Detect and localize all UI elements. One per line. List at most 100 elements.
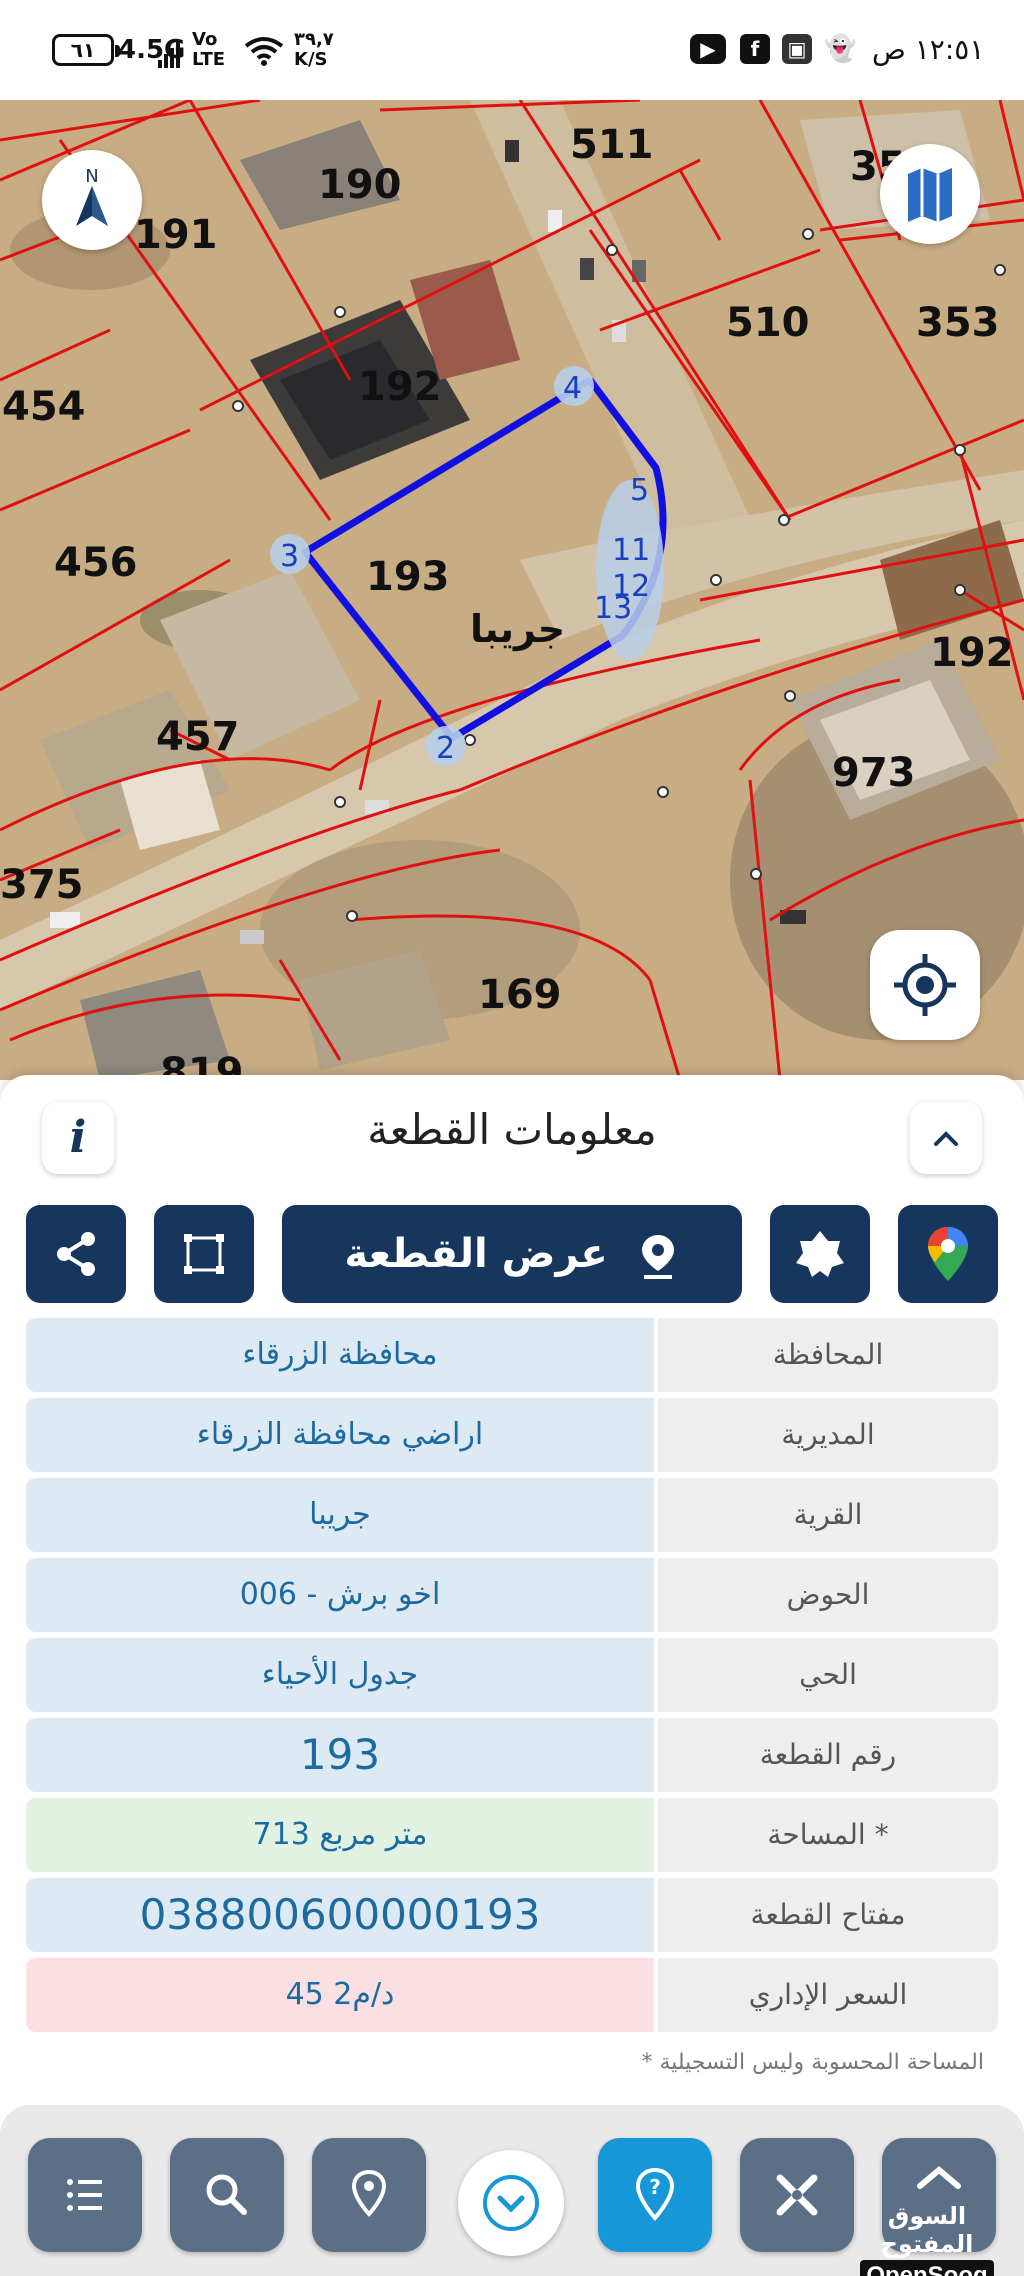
map-pin-icon <box>351 2169 387 2217</box>
polygon-select-icon <box>184 1234 224 1274</box>
snapchat-icon: 👻 <box>824 34 857 64</box>
signal-icon <box>158 42 182 68</box>
google-maps-button[interactable] <box>898 1205 998 1303</box>
plot-label: 454 <box>2 384 86 430</box>
compass-button[interactable]: N <box>42 150 142 250</box>
area-footnote: * المساحة المحسوبة وليس التسجيلية <box>641 2050 984 2075</box>
list-icon <box>67 2179 102 2211</box>
info-row-village: القرية جريبا <box>26 1478 998 1552</box>
row-value: اخو برش - 006 <box>26 1558 654 1632</box>
share-button[interactable] <box>26 1205 126 1303</box>
view-plot-button[interactable]: عرض القطعة <box>282 1205 742 1303</box>
info-row-basin: الحوض اخو برش - 006 <box>26 1558 998 1632</box>
locate-plot-button[interactable] <box>312 2138 426 2252</box>
share-icon <box>57 1232 95 1276</box>
volte-indicator: Vo LTE <box>192 30 225 70</box>
row-label: السعر الإداري <box>658 1958 998 2032</box>
map-view[interactable]: 4 3 2 5 11 12 13 511 190 191 35 510 353 … <box>0 100 1024 1080</box>
battery-icon: ٦١ <box>52 34 120 66</box>
plot-label: 193 <box>366 554 450 600</box>
row-label: المساحة * <box>658 1798 998 1872</box>
vertex-label: 3 <box>280 539 299 574</box>
row-label: الحي <box>658 1638 998 1712</box>
crosshair-icon <box>894 954 956 1016</box>
tools-button[interactable] <box>740 2138 854 2252</box>
plot-label: 973 <box>832 750 916 796</box>
village-label: جريبا <box>470 607 565 651</box>
collapse-sheet-button[interactable] <box>910 1102 982 1174</box>
view-plot-label: عرض القطعة <box>344 1231 608 1277</box>
vertex-label: 5 <box>630 473 649 508</box>
row-value: 45 د/م2 <box>26 1958 654 2032</box>
plot-label: 190 <box>318 162 402 208</box>
info-row-admin-price: السعر الإداري 45 د/م2 <box>26 1958 998 2032</box>
speed-unit: K/S <box>294 49 328 70</box>
status-bar: ٦١ 4.5G Vo LTE ٣٩,٧ K/S ▶ f ▣ 👻 ١٢:٥١ ص <box>0 0 1024 100</box>
plot-label: 457 <box>156 714 240 760</box>
plot-label: 192 <box>358 364 442 410</box>
watermark-arabic: السوق المفتوح <box>880 2202 974 2258</box>
row-label: مفتاح القطعة <box>658 1878 998 1952</box>
row-value: اراضي محافظة الزرقاء <box>26 1398 654 1472</box>
info-row-plot-key: مفتاح القطعة 038800600000193 <box>26 1878 998 1952</box>
tools-icon <box>776 2174 818 2216</box>
compass-icon: N <box>76 166 108 226</box>
location-pin-icon <box>641 1235 674 1279</box>
network-speed: ٣٩,٧ K/S <box>294 30 334 70</box>
info-row-directorate: المديرية اراضي محافظة الزرقاء <box>26 1398 998 1472</box>
plot-label: 169 <box>478 972 562 1018</box>
plot-label: 353 <box>916 300 1000 346</box>
facebook-icon: f <box>740 34 770 64</box>
volte-top: Vo <box>192 29 218 50</box>
row-label: رقم القطعة <box>658 1718 998 1792</box>
row-value: 038800600000193 <box>26 1878 654 1952</box>
sheet-title: معلومات القطعة <box>367 1105 657 1154</box>
watermark-english: OpenSooq <box>860 2260 994 2276</box>
plot-label: 456 <box>54 540 138 586</box>
help-pin-icon: ? <box>635 2167 675 2221</box>
row-label: القرية <box>658 1478 998 1552</box>
plot-label: 510 <box>726 300 810 346</box>
plot-label: 192 <box>930 630 1014 676</box>
chevron-up-icon <box>934 1131 958 1146</box>
row-label: المحافظة <box>658 1318 998 1392</box>
row-label: المديرية <box>658 1398 998 1472</box>
opensooq-watermark: السوق المفتوح OpenSooq <box>852 2202 1002 2276</box>
search-icon <box>206 2174 247 2215</box>
opensooq-icon: ▣ <box>782 34 812 64</box>
plot-label: 191 <box>134 212 218 258</box>
chevron-down-icon <box>483 2175 539 2231</box>
map-layers-button[interactable] <box>880 144 980 244</box>
info-row-area: المساحة * 713 متر مربع <box>26 1798 998 1872</box>
measure-area-button[interactable] <box>154 1205 254 1303</box>
vertex-label: 2 <box>436 731 455 766</box>
map-icon <box>908 168 952 222</box>
list-button[interactable] <box>28 2138 142 2252</box>
svg-text:?: ? <box>649 2175 661 2199</box>
volte-bottom: LTE <box>192 49 226 70</box>
search-button[interactable] <box>170 2138 284 2252</box>
plot-label: 375 <box>0 862 84 908</box>
vertex-label: 13 <box>594 591 632 626</box>
vertex-label: 4 <box>563 371 582 406</box>
compass-label: N <box>85 166 98 187</box>
help-button[interactable]: ? <box>598 2138 712 2252</box>
row-value: محافظة الزرقاء <box>26 1318 654 1392</box>
row-value: 193 <box>26 1718 654 1792</box>
info-row-governorate: المحافظة محافظة الزرقاء <box>26 1318 998 1392</box>
info-row-plot-number: رقم القطعة 193 <box>26 1718 998 1792</box>
plot-label: 511 <box>570 122 654 168</box>
expand-menu-button[interactable] <box>458 2150 564 2256</box>
my-location-button[interactable] <box>870 930 980 1040</box>
row-value: 713 متر مربع <box>26 1798 654 1872</box>
google-maps-icon <box>928 1227 968 1281</box>
row-value: جريبا <box>26 1478 654 1552</box>
clock: ١٢:٥١ ص <box>872 33 985 66</box>
badge-star-icon <box>796 1231 844 1277</box>
info-row-district: الحي جدول الأحياء <box>26 1638 998 1712</box>
youtube-icon: ▶ <box>690 34 726 64</box>
vertex-label: 11 <box>612 533 650 568</box>
wifi-icon <box>244 36 284 70</box>
speed-value: ٣٩,٧ <box>294 29 334 50</box>
favorite-button[interactable] <box>770 1205 870 1303</box>
